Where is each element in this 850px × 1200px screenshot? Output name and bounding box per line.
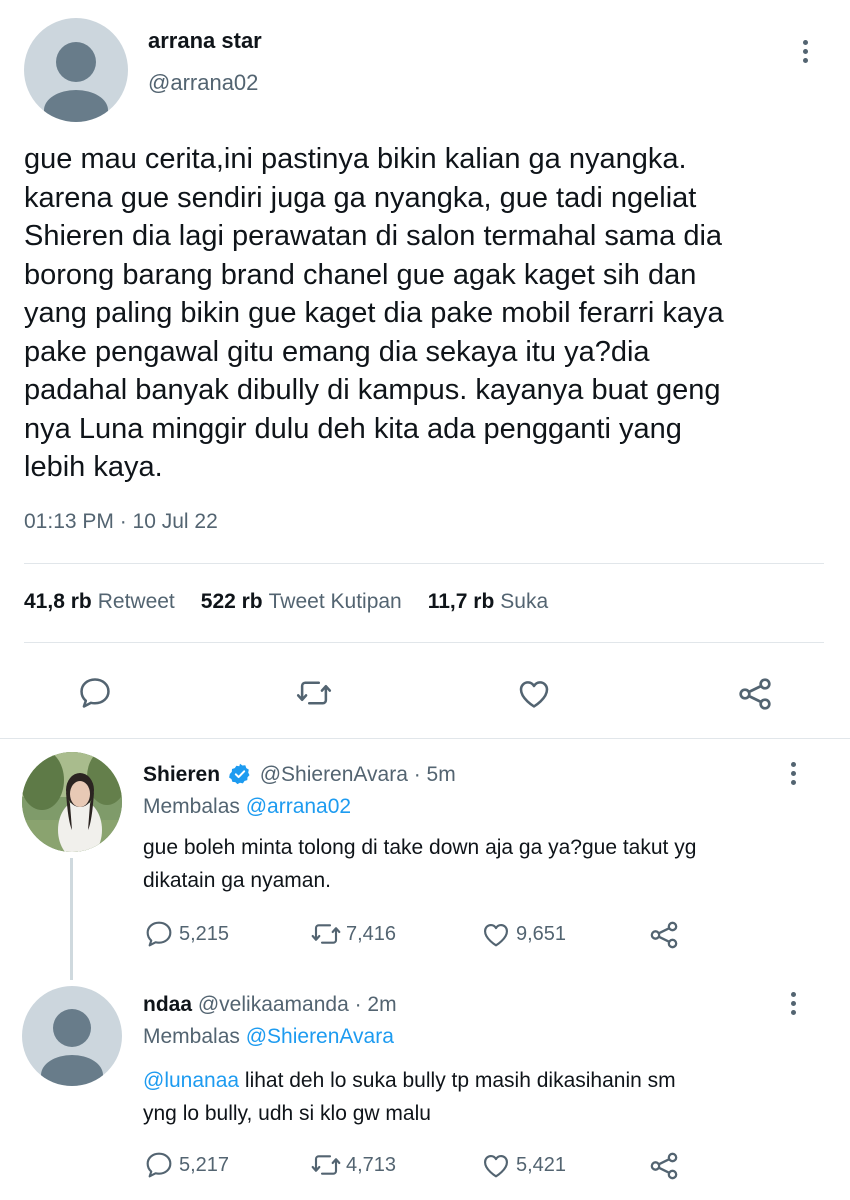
share-button[interactable]: [735, 674, 775, 714]
more-options-icon[interactable]: [800, 40, 810, 63]
reply-author-handle[interactable]: @velikaamanda · 2m: [198, 993, 397, 1016]
share-icon: [650, 921, 678, 949]
share-button[interactable]: [647, 918, 681, 952]
retweet-label: Retweet: [97, 590, 175, 613]
replying-mention[interactable]: @ShierenAvara: [246, 1025, 394, 1048]
reply-mention[interactable]: @lunanaa: [143, 1069, 239, 1092]
replying-label: Membalas: [143, 795, 240, 818]
reply-avatar-ndaa[interactable]: [22, 986, 122, 1086]
retweet-stat[interactable]: 41,8 rb Retweet: [24, 590, 175, 614]
retweet-icon: [296, 681, 332, 705]
reply-avatar-shieren[interactable]: [22, 752, 122, 852]
reply-header: Shieren @ShierenAvara · 5m: [143, 762, 456, 787]
retweet-count: 7,416: [346, 922, 397, 945]
thread-line: [70, 858, 73, 980]
replying-to: Membalas @ShierenAvara: [143, 1025, 394, 1049]
reply-button[interactable]: [76, 674, 114, 712]
divider: [24, 642, 824, 643]
verified-badge-icon: [228, 763, 250, 785]
like-icon: [484, 924, 508, 947]
reply-button[interactable]: 5,217: [143, 1149, 229, 1181]
like-stat[interactable]: 11,7 rb Suka: [428, 590, 548, 614]
like-icon: [519, 681, 549, 708]
share-button[interactable]: [647, 1149, 681, 1183]
like-icon: [484, 1155, 508, 1178]
tweet-text: gue mau cerita,ini pastinya bikin kalian…: [24, 143, 724, 483]
retweet-icon: [311, 1155, 341, 1175]
quote-count: 522 rb: [200, 590, 263, 613]
quote-label: Tweet Kutipan: [268, 590, 402, 613]
replying-label: Membalas: [143, 1025, 240, 1048]
like-count: 5,421: [516, 1153, 567, 1176]
like-button[interactable]: 5,421: [480, 1149, 566, 1181]
author-name[interactable]: arrana star: [148, 28, 262, 54]
retweet-count: 4,713: [346, 1153, 397, 1176]
like-button[interactable]: [515, 674, 553, 712]
reply-count: 5,217: [179, 1153, 230, 1176]
retweet-button[interactable]: [295, 674, 333, 712]
quote-stat[interactable]: 522 rb Tweet Kutipan: [201, 590, 402, 614]
reply-author-name[interactable]: Shieren: [143, 763, 220, 786]
reply-count: 5,215: [179, 922, 230, 945]
retweet-count: 41,8 rb: [24, 590, 92, 613]
reply-icon: [146, 921, 172, 947]
reply-button[interactable]: 5,215: [143, 918, 229, 950]
share-icon: [739, 678, 771, 710]
replying-mention[interactable]: @arrana02: [246, 795, 351, 818]
like-button[interactable]: 9,651: [480, 918, 566, 950]
reply-icon: [80, 678, 110, 708]
like-count: 9,651: [516, 922, 567, 945]
more-options-icon[interactable]: [788, 992, 798, 1015]
author-avatar[interactable]: [24, 18, 128, 122]
reply-text: gue boleh minta tolong di take down aja …: [143, 836, 697, 892]
tweet-stats: 41,8 rb Retweet 522 rb Tweet Kutipan 11,7 …: [24, 590, 548, 614]
author-handle[interactable]: @arrana02: [148, 70, 258, 96]
reply-author-name[interactable]: ndaa: [143, 993, 192, 1016]
share-icon: [650, 1152, 678, 1180]
reply-icon: [146, 1152, 172, 1178]
divider: [0, 738, 850, 739]
reply-text: @lunanaa lihat deh lo suka bully tp masi…: [143, 1064, 823, 1130]
tweet-timestamp[interactable]: 01:13 PM · 10 Jul 22: [24, 510, 218, 534]
like-label: Suka: [500, 590, 549, 613]
more-options-icon[interactable]: [788, 762, 798, 785]
reply-author-handle[interactable]: @ShierenAvara · 5m: [260, 763, 456, 786]
replying-to: Membalas @arrana02: [143, 795, 351, 819]
retweet-icon: [311, 924, 341, 944]
retweet-button[interactable]: 4,713: [310, 1149, 396, 1181]
like-count: 11,7 rb: [427, 590, 495, 613]
retweet-button[interactable]: 7,416: [310, 918, 396, 950]
divider: [24, 563, 824, 564]
reply-header: ndaa @velikaamanda · 2m: [143, 993, 397, 1017]
